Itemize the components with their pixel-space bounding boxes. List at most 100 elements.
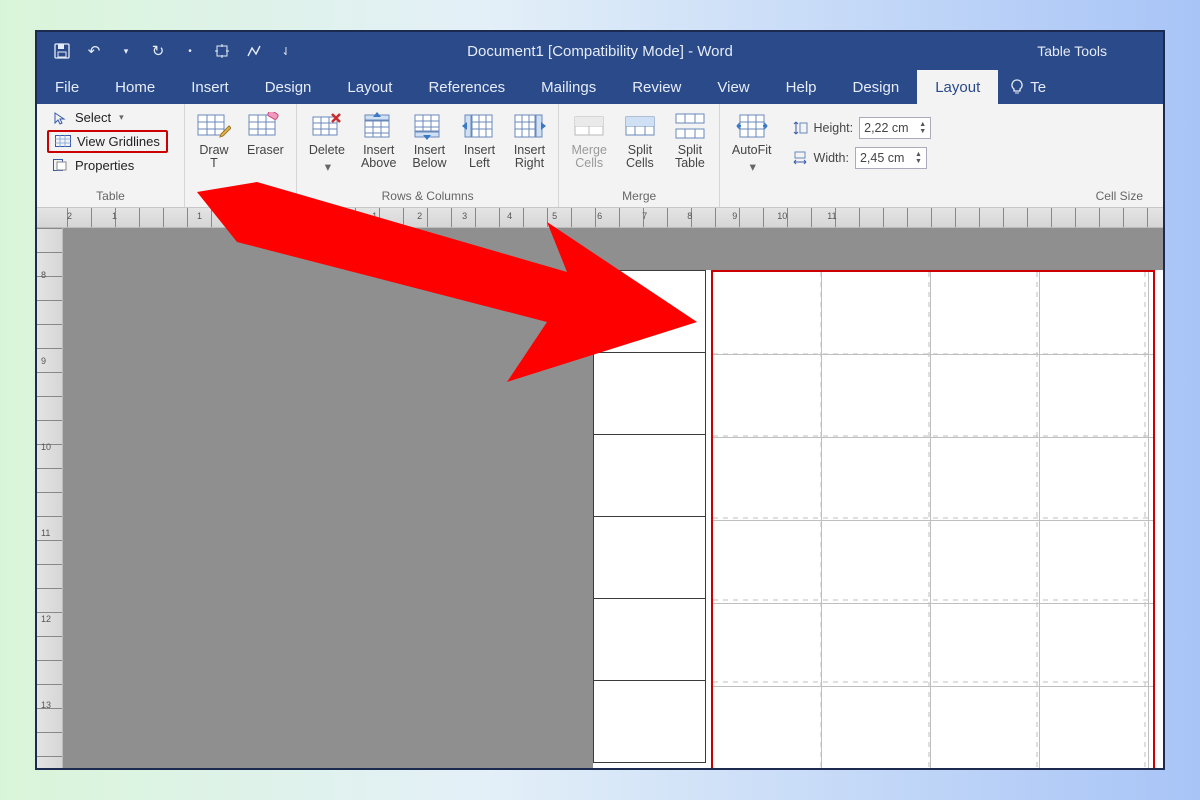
group-draw-label: Draw xyxy=(195,189,286,205)
select-label: Select xyxy=(75,110,111,125)
spinner-icon[interactable]: ▲▼ xyxy=(919,121,926,135)
table-gridlines-only[interactable] xyxy=(711,270,1155,770)
split-table-icon xyxy=(673,112,707,140)
tab-design[interactable]: Design xyxy=(247,70,330,104)
split-cells-button[interactable]: Split Cells xyxy=(621,108,659,174)
group-table-label: Table xyxy=(47,189,174,205)
split-table-button[interactable]: Split Table xyxy=(671,108,709,174)
tell-me[interactable]: Te xyxy=(998,70,1058,104)
chevron-down-icon: ▾ xyxy=(325,161,331,174)
autofit-button[interactable]: AutoFit ▾ xyxy=(730,108,774,178)
height-value: 2,22 cm xyxy=(864,121,908,135)
group-merge: Merge Cells Split Cells Split Table Merg… xyxy=(559,104,719,207)
table-with-borders[interactable] xyxy=(593,270,706,763)
tab-help[interactable]: Help xyxy=(768,70,835,104)
tell-me-text: Te xyxy=(1030,79,1046,96)
touch-mode-icon[interactable] xyxy=(213,42,231,60)
select-button[interactable]: Select ▾ xyxy=(47,108,168,127)
spinner-icon[interactable]: ▲▼ xyxy=(915,151,922,165)
vertical-ruler[interactable]: 8910111213141516171819 xyxy=(37,228,63,768)
tab-mailings[interactable]: Mailings xyxy=(523,70,614,104)
column-width-control: Width: 2,45 cm ▲▼ xyxy=(792,147,932,169)
tab-layout[interactable]: Layout xyxy=(329,70,410,104)
group-cell-size: AutoFit ▾ Height: 2,22 cm ▲▼ xyxy=(720,104,1163,207)
tab-table-design[interactable]: Design xyxy=(835,70,918,104)
draw-table-label: Draw T xyxy=(199,144,228,170)
chevron-down-icon: ▾ xyxy=(119,112,124,123)
tab-file[interactable]: File xyxy=(37,70,97,104)
tab-review[interactable]: Review xyxy=(614,70,699,104)
group-rows-columns-label: Rows & Columns xyxy=(307,189,549,205)
view-gridlines-label: View Gridlines xyxy=(77,134,160,149)
eraser-button[interactable]: Eraser xyxy=(245,108,286,161)
group-cell-size-label: Cell Size xyxy=(730,189,1153,205)
ribbon-tabs: File Home Insert Design Layout Reference… xyxy=(37,70,1163,104)
autofit-icon xyxy=(735,112,769,140)
delete-button[interactable]: Delete ▾ xyxy=(307,108,347,178)
merge-cells-button[interactable]: Merge Cells xyxy=(569,108,608,174)
qat-icon-2[interactable] xyxy=(245,42,263,60)
undo-dropdown-icon[interactable]: ▾ xyxy=(117,42,135,60)
insert-below-button[interactable]: Insert Below xyxy=(410,108,448,174)
merge-cells-label: Merge Cells xyxy=(571,144,606,170)
delete-label: Delete xyxy=(309,144,345,157)
delete-icon xyxy=(310,112,344,140)
autofit-label: AutoFit xyxy=(732,144,772,157)
split-cells-icon xyxy=(623,112,657,140)
undo-icon[interactable]: ↶ xyxy=(85,42,103,60)
row-height-control: Height: 2,22 cm ▲▼ xyxy=(792,117,932,139)
word-window: ↶ ▾ ↻ • ⇃ Document1 [Compatibility Mode]… xyxy=(35,30,1165,770)
document-canvas[interactable] xyxy=(63,228,1163,768)
tab-references[interactable]: References xyxy=(410,70,523,104)
height-input[interactable]: 2,22 cm ▲▼ xyxy=(859,117,931,139)
quick-access-toolbar: ↶ ▾ ↻ • ⇃ xyxy=(37,42,295,60)
qat-customize-icon[interactable]: ⇃ xyxy=(277,42,295,60)
merge-cells-icon xyxy=(572,112,606,140)
tab-insert[interactable]: Insert xyxy=(173,70,247,104)
insert-right-label: Insert Right xyxy=(514,144,545,170)
draw-table-icon xyxy=(197,112,231,140)
chevron-down-icon: ▾ xyxy=(750,161,756,174)
insert-left-label: Insert Left xyxy=(464,144,495,170)
eraser-label: Eraser xyxy=(247,144,284,157)
insert-above-label: Insert Above xyxy=(361,144,396,170)
qat-more-icon[interactable]: • xyxy=(181,42,199,60)
save-icon[interactable] xyxy=(53,42,71,60)
tab-view[interactable]: View xyxy=(699,70,767,104)
group-rows-columns: Delete ▾ Insert Above Insert Below xyxy=(297,104,560,207)
properties-button[interactable]: Properties xyxy=(47,156,168,175)
insert-below-label: Insert Below xyxy=(412,144,446,170)
eraser-icon xyxy=(248,112,282,140)
width-input[interactable]: 2,45 cm ▲▼ xyxy=(855,147,927,169)
split-table-label: Split Table xyxy=(675,144,705,170)
insert-right-button[interactable]: Insert Right xyxy=(510,108,548,174)
insert-above-button[interactable]: Insert Above xyxy=(359,108,398,174)
height-label: Height: xyxy=(814,121,854,135)
properties-icon xyxy=(53,159,69,173)
draw-table-button[interactable]: Draw T xyxy=(195,108,233,174)
h-ruler-labels: 211211234567891011 xyxy=(67,211,1163,221)
tab-table-layout[interactable]: Layout xyxy=(917,70,998,104)
cursor-icon xyxy=(53,111,69,125)
horizontal-ruler[interactable]: 211211234567891011 xyxy=(37,208,1163,228)
insert-right-icon xyxy=(512,112,546,140)
titlebar: ↶ ▾ ↻ • ⇃ Document1 [Compatibility Mode]… xyxy=(37,32,1163,70)
width-icon xyxy=(792,150,808,166)
properties-label: Properties xyxy=(75,158,134,173)
gridlines-icon xyxy=(55,135,71,149)
group-table: Select ▾ View Gridlines Properties xyxy=(37,104,185,207)
insert-left-icon xyxy=(462,112,496,140)
view-gridlines-button[interactable]: View Gridlines xyxy=(47,130,168,153)
tab-home[interactable]: Home xyxy=(97,70,173,104)
contextual-tab-label: Table Tools xyxy=(1011,32,1133,70)
lightbulb-icon xyxy=(1010,79,1024,95)
width-label: Width: xyxy=(814,151,849,165)
gridlines-dashed xyxy=(713,272,1153,770)
ribbon-body: Select ▾ View Gridlines Properties xyxy=(37,104,1163,208)
redo-icon[interactable]: ↻ xyxy=(149,42,167,60)
insert-below-icon xyxy=(412,112,446,140)
insert-left-button[interactable]: Insert Left xyxy=(460,108,498,174)
height-icon xyxy=(792,120,808,136)
group-draw: Draw T Eraser Draw xyxy=(185,104,297,207)
insert-above-icon xyxy=(362,112,396,140)
